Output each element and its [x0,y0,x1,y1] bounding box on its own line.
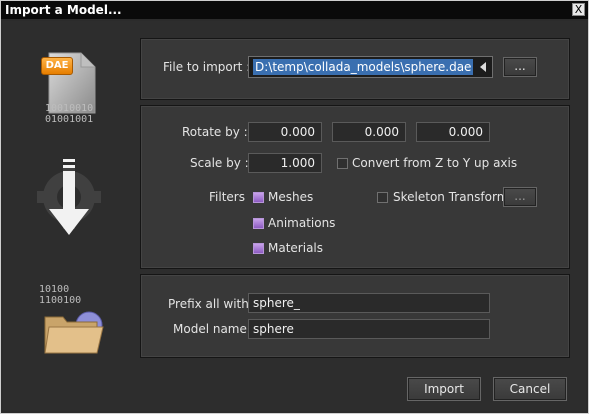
skeleton-transform-label: Skeleton Transform [393,190,509,204]
filters-label: Filters [209,190,245,204]
convert-axis-checkbox[interactable] [337,158,348,169]
animations-checkbox[interactable] [253,218,264,229]
meshes-label: Meshes [268,190,314,204]
model-name-label: Model name : [173,322,255,336]
scale-input[interactable]: 1.000 [248,153,322,173]
gear-arrow-icon [37,159,101,235]
prefix-label: Prefix all with : [168,297,257,311]
skeleton-transform-checkbox[interactable] [377,192,388,203]
binary-line: 10010010 [45,103,94,114]
close-icon: X [574,3,583,16]
materials-checkbox[interactable] [253,243,264,254]
folder-globe-icon [44,311,104,354]
rotate-z-input[interactable]: 0.000 [416,122,490,142]
rotate-y-input[interactable]: 0.000 [332,122,406,142]
import-model-dialog: Import a Model... X DAE 10010010 0100100… [0,0,589,414]
file-path-value: D:\temp\collada_models\sphere.dae [253,59,474,75]
cancel-button[interactable]: Cancel [493,377,567,401]
binary-line: 10100 [39,284,70,295]
scale-by-label: Scale by : [190,156,249,170]
convert-axis-label: Convert from Z to Y up axis [352,156,518,170]
materials-label: Materials [268,241,324,255]
dialog-body: DAE 10010010 01001001 10100 1100100 File… [3,21,586,411]
prefix-input[interactable]: sphere_ [248,293,490,313]
window-title: Import a Model... [5,3,122,17]
caret-left-icon [480,62,486,72]
file-path-field[interactable]: D:\temp\collada_models\sphere.dae [248,56,493,78]
title-bar[interactable]: Import a Model... X [1,1,588,19]
binary-line: 01001001 [45,114,94,125]
rotate-x-input[interactable]: 0.000 [248,122,322,142]
dae-badge: DAE [41,57,73,75]
rotate-by-label: Rotate by : [182,125,248,139]
close-button[interactable]: X [572,3,585,16]
folder-icon [39,303,109,359]
meshes-checkbox[interactable] [253,192,264,203]
skeleton-options-button[interactable]: ... [503,187,537,207]
binary-text-top: 10010010 01001001 [45,103,93,125]
model-name-input[interactable]: sphere [248,319,490,339]
naming-panel [140,274,570,358]
import-arrow-icon [29,153,109,243]
import-button[interactable]: Import [407,377,481,401]
animations-label: Animations [268,216,336,230]
browse-button[interactable]: ... [503,57,537,77]
file-to-import-label: File to import : [163,60,251,74]
